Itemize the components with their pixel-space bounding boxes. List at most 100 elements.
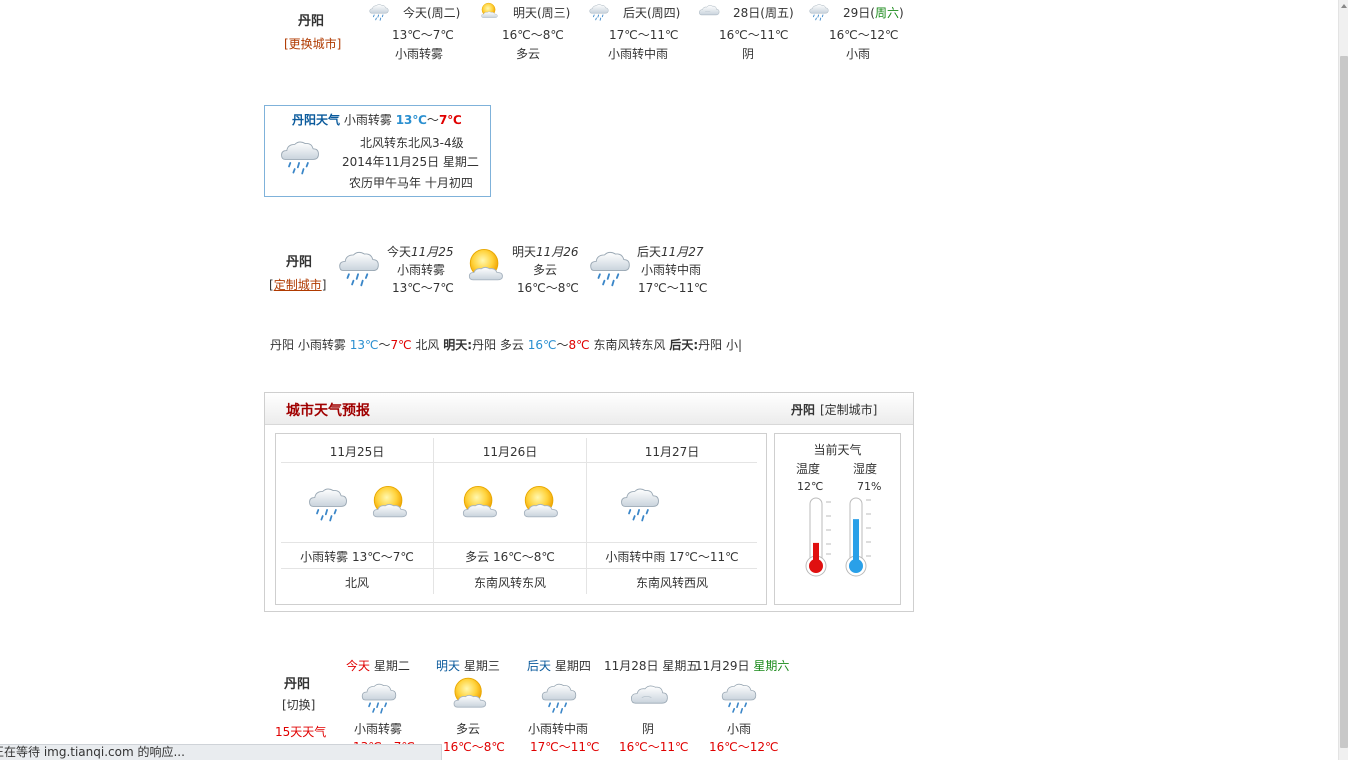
rain-cloud-icon <box>277 133 323 177</box>
widget6-day4-temp: 16℃～11℃ <box>619 740 689 754</box>
widget3-day3-temp: 17℃～11℃ <box>638 281 708 295</box>
widget5-day1-wind: 北风 <box>344 576 369 590</box>
widget6-day3-title: 后天 星期四 <box>527 659 591 673</box>
widget1-day1-label: 今天(周二) <box>403 6 461 20</box>
widget6-switch-link[interactable]: [切换] <box>282 696 315 713</box>
widget6-day5-name: 11月29日 <box>695 659 750 673</box>
widget3-day3-title: 后天11月27 <box>637 245 704 259</box>
vertical-scrollbar[interactable] <box>1338 0 1348 760</box>
widget3-city: 丹阳 <box>286 255 313 270</box>
widget1-day4-desc: 阴 <box>742 47 755 61</box>
widget6-day3-name: 后天 <box>527 659 552 673</box>
widget1-day2-temp: 16℃～8℃ <box>502 28 564 42</box>
widget2-title: 丹阳天气 <box>292 113 341 127</box>
widget5-day1-desc: 小雨转雾 13℃～7℃ <box>300 550 414 564</box>
widget6-day2-temp: 16℃～8℃ <box>443 740 505 754</box>
widget4-city3: 丹阳 <box>698 338 723 352</box>
hygrometer-bulb <box>849 559 863 573</box>
widget3-day3-desc: 小雨转中雨 <box>641 263 702 277</box>
widget6-day4-name: 11月28日 <box>604 659 659 673</box>
widget1-day5-temp: 16℃～12℃ <box>829 28 899 42</box>
widget1-day5-desc: 小雨 <box>846 47 871 61</box>
sun-cloud-icon <box>460 243 510 289</box>
widget6-day3-desc: 小雨转中雨 <box>528 722 589 736</box>
widget3-day2-temp: 16℃～8℃ <box>517 281 579 295</box>
widget5-day1-column: 11月25日 小雨转雾 13℃～7℃ 北风 <box>281 438 433 598</box>
widget3-day1-title: 今天11月25 <box>387 245 454 259</box>
widget5-day2-date: 11月26日 <box>482 445 538 459</box>
widget4-desc1: 小雨转雾 <box>297 338 346 352</box>
thermometer-gauge <box>805 497 831 577</box>
widget6-day2-desc: 多云 <box>456 722 481 736</box>
widget6-day4-title: 11月28日 星期五 <box>604 659 699 673</box>
widget3-day2-title: 明天11月26 <box>512 245 579 259</box>
widget4-high1: 13℃ <box>349 338 379 352</box>
widget6-day5-temp: 16℃～12℃ <box>709 740 779 754</box>
scroll-up-arrow-icon[interactable] <box>1339 0 1348 12</box>
widget5-day2-column: 11月26日 多云 16℃～8℃ 东南风转东风 <box>434 438 586 598</box>
widget4-wind1: 北风 <box>415 338 440 352</box>
widget1-day2-desc: 多云 <box>516 47 541 61</box>
widget1-day4-temp: 16℃～11℃ <box>719 28 789 42</box>
widget5-day3-date: 11月27日 <box>644 445 700 459</box>
overcast-cloud-icon <box>698 0 720 22</box>
widget5-city-forecast: 城市天气预报 丹阳 [定制城市] 11月25日 小雨转雾 13℃～7℃ 北风 1… <box>264 392 914 612</box>
widget6-day1-desc: 小雨转雾 <box>354 722 403 736</box>
widget6-day1-title: 今天 星期二 <box>346 659 410 673</box>
widget5-day2-wind: 东南风转东风 <box>473 576 546 590</box>
rain-cloud-icon <box>368 0 390 22</box>
widget5-current-weather: 当前天气 温度 湿度 12℃ 71% <box>774 433 901 605</box>
widget1-day5-label: 29日(周六) <box>843 6 904 20</box>
widget5-day2-desc: 多云 16℃～8℃ <box>465 550 555 564</box>
widget5-day3-desc: 小雨转中雨 17℃～11℃ <box>605 550 739 564</box>
widget5-forecast-table: 11月25日 小雨转雾 13℃～7℃ 北风 11月26日 多云 16℃～8℃ 东… <box>275 433 767 605</box>
hygrometer-fill <box>853 519 859 566</box>
widget5-customize-link[interactable]: [定制城市] <box>820 401 877 418</box>
sun-cloud-icon <box>478 0 500 22</box>
rain-cloud-icon <box>585 243 635 289</box>
widget4-high2: 16℃ <box>527 338 557 352</box>
widget4-low1: 7℃ <box>390 338 412 352</box>
widget6-day1-name: 今天 <box>346 659 371 673</box>
widget5-humidity-label: 湿度 <box>853 462 878 476</box>
rain-cloud-icon <box>617 480 663 524</box>
widget4-wind2: 东南风转东风 <box>593 338 666 352</box>
widget4-after-label: 后天: <box>669 338 699 352</box>
widget6-fifteen-day-link[interactable]: 15天天气 <box>275 723 326 740</box>
widget6-city: 丹阳 <box>284 677 311 692</box>
widget2-today-card: 丹阳天气 小雨转雾 13℃～7℃ 北风转东北风3-4级 2014年11月25日 … <box>264 105 491 197</box>
hygrometer-gauge <box>845 497 871 577</box>
widget4-desc3: 小| <box>725 338 743 352</box>
widget4-tomorrow-label: 明天: <box>443 338 473 352</box>
widget1-city: 丹阳 <box>298 14 325 29</box>
sun-cloud-icon <box>516 480 564 526</box>
status-text: 正在等待 img.tianqi.com 的响应... <box>0 745 185 759</box>
rain-cloud-icon <box>305 480 351 524</box>
rain-cloud-icon <box>718 676 760 716</box>
rain-cloud-icon <box>808 0 830 22</box>
widget5-temp-value: 12℃ <box>797 480 824 493</box>
widget4-desc2: 多云 <box>499 338 524 352</box>
widget1-change-city-link[interactable]: [更换城市] <box>284 35 341 52</box>
widget2-desc: 小雨转雾 <box>343 113 392 127</box>
widget2-temp-low: 7℃ <box>438 113 462 127</box>
widget2-header: 丹阳天气 小雨转雾 13℃～7℃ <box>292 111 462 128</box>
widget5-header: 城市天气预报 丹阳 [定制城市] <box>265 393 913 425</box>
widget5-city: 丹阳 <box>791 403 816 417</box>
sun-cloud-icon <box>455 480 503 526</box>
widget6-day3-temp: 17℃～11℃ <box>530 740 600 754</box>
widget3-customize-link[interactable]: 定制城市 <box>274 278 322 292</box>
widget6-day5-title: 11月29日 星期六 <box>695 659 790 673</box>
widget5-title: 城市天气预报 <box>286 403 370 419</box>
widget4-ticker: 丹阳 小雨转雾 13℃～7℃ 北风 明天:丹阳 多云 16℃～8℃ 东南风转东风… <box>270 336 766 354</box>
widget5-current-title: 当前天气 <box>813 443 862 457</box>
widget2-tilde: ～ <box>426 113 439 127</box>
widget6-day4-desc: 阴 <box>642 722 655 736</box>
widget3-day1-desc: 小雨转雾 <box>397 263 446 277</box>
thermometer-bulb <box>809 559 823 573</box>
widget6-day2-name: 明天 <box>436 659 461 673</box>
scrollbar-thumb[interactable] <box>1340 56 1348 748</box>
widget1-day1-desc: 小雨转雾 <box>395 47 444 61</box>
widget3-day1-temp: 13℃～7℃ <box>392 281 454 295</box>
rain-cloud-icon <box>334 243 384 289</box>
